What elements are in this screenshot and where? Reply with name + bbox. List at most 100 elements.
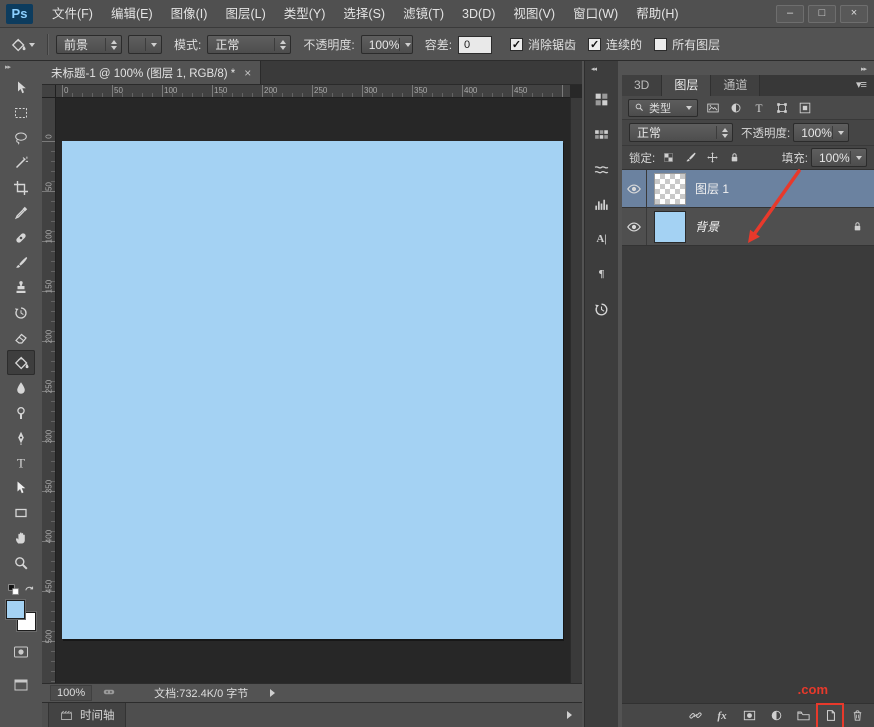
lasso-tool[interactable] [7,125,35,150]
clone-stamp-tool[interactable] [7,275,35,300]
tab-channels[interactable]: 通道 [711,75,760,96]
vertical-scrollbar[interactable] [570,98,582,683]
lock-pixels-button[interactable] [682,150,699,166]
pen-tool[interactable] [7,425,35,450]
delete-layer-button[interactable] [845,705,869,727]
foreground-color-swatch[interactable] [6,600,25,619]
rectangle-tool[interactable] [7,500,35,525]
blur-tool[interactable] [7,375,35,400]
close-button[interactable]: × [840,5,868,23]
history-brush-tool[interactable] [7,300,35,325]
add-mask-button[interactable] [737,705,761,727]
toolbar-collapse-button[interactable] [0,61,42,75]
hand-tool[interactable] [7,525,35,550]
visibility-toggle[interactable] [622,170,647,207]
checkbox-box[interactable] [654,38,667,51]
actions-panel-icon[interactable] [589,156,615,182]
layer-row[interactable]: 背景 [622,208,874,246]
layer-row[interactable]: 图层 1 [622,170,874,208]
menu-item[interactable]: 滤镜(T) [394,0,453,28]
crop-tool[interactable] [7,175,35,200]
menu-item[interactable]: 帮助(H) [627,0,687,28]
panel-opacity-select[interactable]: 100% [793,123,849,142]
magic-wand-tool[interactable] [7,150,35,175]
panel-menu-button[interactable] [848,75,874,96]
paint-bucket-tool[interactable] [7,350,35,375]
dodge-tool[interactable] [7,400,35,425]
eraser-tool[interactable] [7,325,35,350]
path-selection-tool[interactable] [7,475,35,500]
zoom-level-field[interactable]: 100% [50,685,92,701]
blend-mode-select[interactable]: 正常 [629,123,733,142]
minimize-button[interactable]: – [776,5,804,23]
type-filter-icon[interactable] [749,99,768,116]
adjustment-layer-button[interactable] [764,705,788,727]
histogram-panel-icon[interactable] [589,191,615,217]
close-icon[interactable] [244,66,251,80]
menu-item[interactable]: 图像(I) [162,0,217,28]
color-panel-icon[interactable] [589,86,615,112]
checkbox-box[interactable]: ✓ [510,38,523,51]
fill-source-select[interactable]: 前景 [56,35,122,54]
default-colors-icon[interactable] [7,583,20,596]
swap-colors-icon[interactable] [23,583,36,596]
quick-mask-button[interactable] [7,639,35,664]
menu-item[interactable]: 类型(Y) [275,0,335,28]
menu-item[interactable]: 编辑(E) [102,0,162,28]
lock-all-button[interactable] [726,150,743,166]
visibility-toggle[interactable] [622,208,647,245]
link-layers-button[interactable] [683,705,707,727]
timeline-tab[interactable]: 时间轴 [48,703,126,727]
tolerance-input[interactable]: 0 [458,36,492,54]
type-tool[interactable] [7,450,35,475]
brush-tool[interactable] [7,250,35,275]
lock-position-button[interactable] [704,150,721,166]
move-tool[interactable] [7,75,35,100]
eyedropper-tool[interactable] [7,200,35,225]
menu-item[interactable]: 视图(V) [504,0,564,28]
lock-transparency-button[interactable] [660,150,677,166]
tool-preset-picker[interactable] [6,35,39,55]
option-checkbox[interactable]: ✓连续的 [588,36,642,53]
menu-item[interactable]: 图层(L) [216,0,274,28]
history-panel-icon[interactable] [589,296,615,322]
opacity-select[interactable]: 100% [361,35,413,54]
pixel-filter-icon[interactable] [703,99,722,116]
paragraph-panel-icon[interactable]: ¶ [589,261,615,287]
filter-type-select[interactable]: 类型 [628,99,698,117]
status-scrub-icon[interactable] [100,686,118,701]
healing-brush-tool[interactable] [7,225,35,250]
mode-select[interactable]: 正常 [207,35,291,54]
layer-thumbnail[interactable] [654,173,686,205]
tab-3d[interactable]: 3D [622,75,662,96]
menu-item[interactable]: 文件(F) [43,0,102,28]
new-layer-button[interactable] [818,705,842,727]
menu-item[interactable]: 选择(S) [334,0,394,28]
timeline-expand-arrow[interactable] [567,711,576,719]
checkbox-box[interactable]: ✓ [588,38,601,51]
document-tab[interactable]: 未标题-1 @ 100% (图层 1, RGB/8) * [42,61,261,84]
tab-layers[interactable]: 图层 [662,75,711,96]
option-checkbox[interactable]: ✓消除锯齿 [510,36,576,53]
shape-filter-icon[interactable] [772,99,791,116]
menu-item[interactable]: 3D(D) [453,0,504,28]
collapse-panels-button[interactable] [861,65,866,73]
character-panel-icon[interactable]: A| [589,226,615,252]
layer-thumbnail[interactable] [654,211,686,243]
marquee-tool[interactable] [7,100,35,125]
layer-style-button[interactable]: fx [710,705,734,727]
new-group-button[interactable] [791,705,815,727]
fill-select[interactable]: 100% [811,148,867,167]
pattern-picker[interactable] [128,35,162,54]
option-checkbox[interactable]: 所有图层 [654,36,720,53]
maximize-button[interactable]: □ [808,5,836,23]
screen-mode-button[interactable] [7,672,35,697]
menu-item[interactable]: 窗口(W) [564,0,627,28]
status-menu-arrow[interactable] [270,689,275,697]
smart-object-filter-icon[interactable] [795,99,814,116]
adjustment-filter-icon[interactable] [726,99,745,116]
expand-panels-button[interactable] [585,61,618,77]
canvas[interactable] [62,141,563,639]
zoom-tool[interactable] [7,550,35,575]
swatches-panel-icon[interactable] [589,121,615,147]
